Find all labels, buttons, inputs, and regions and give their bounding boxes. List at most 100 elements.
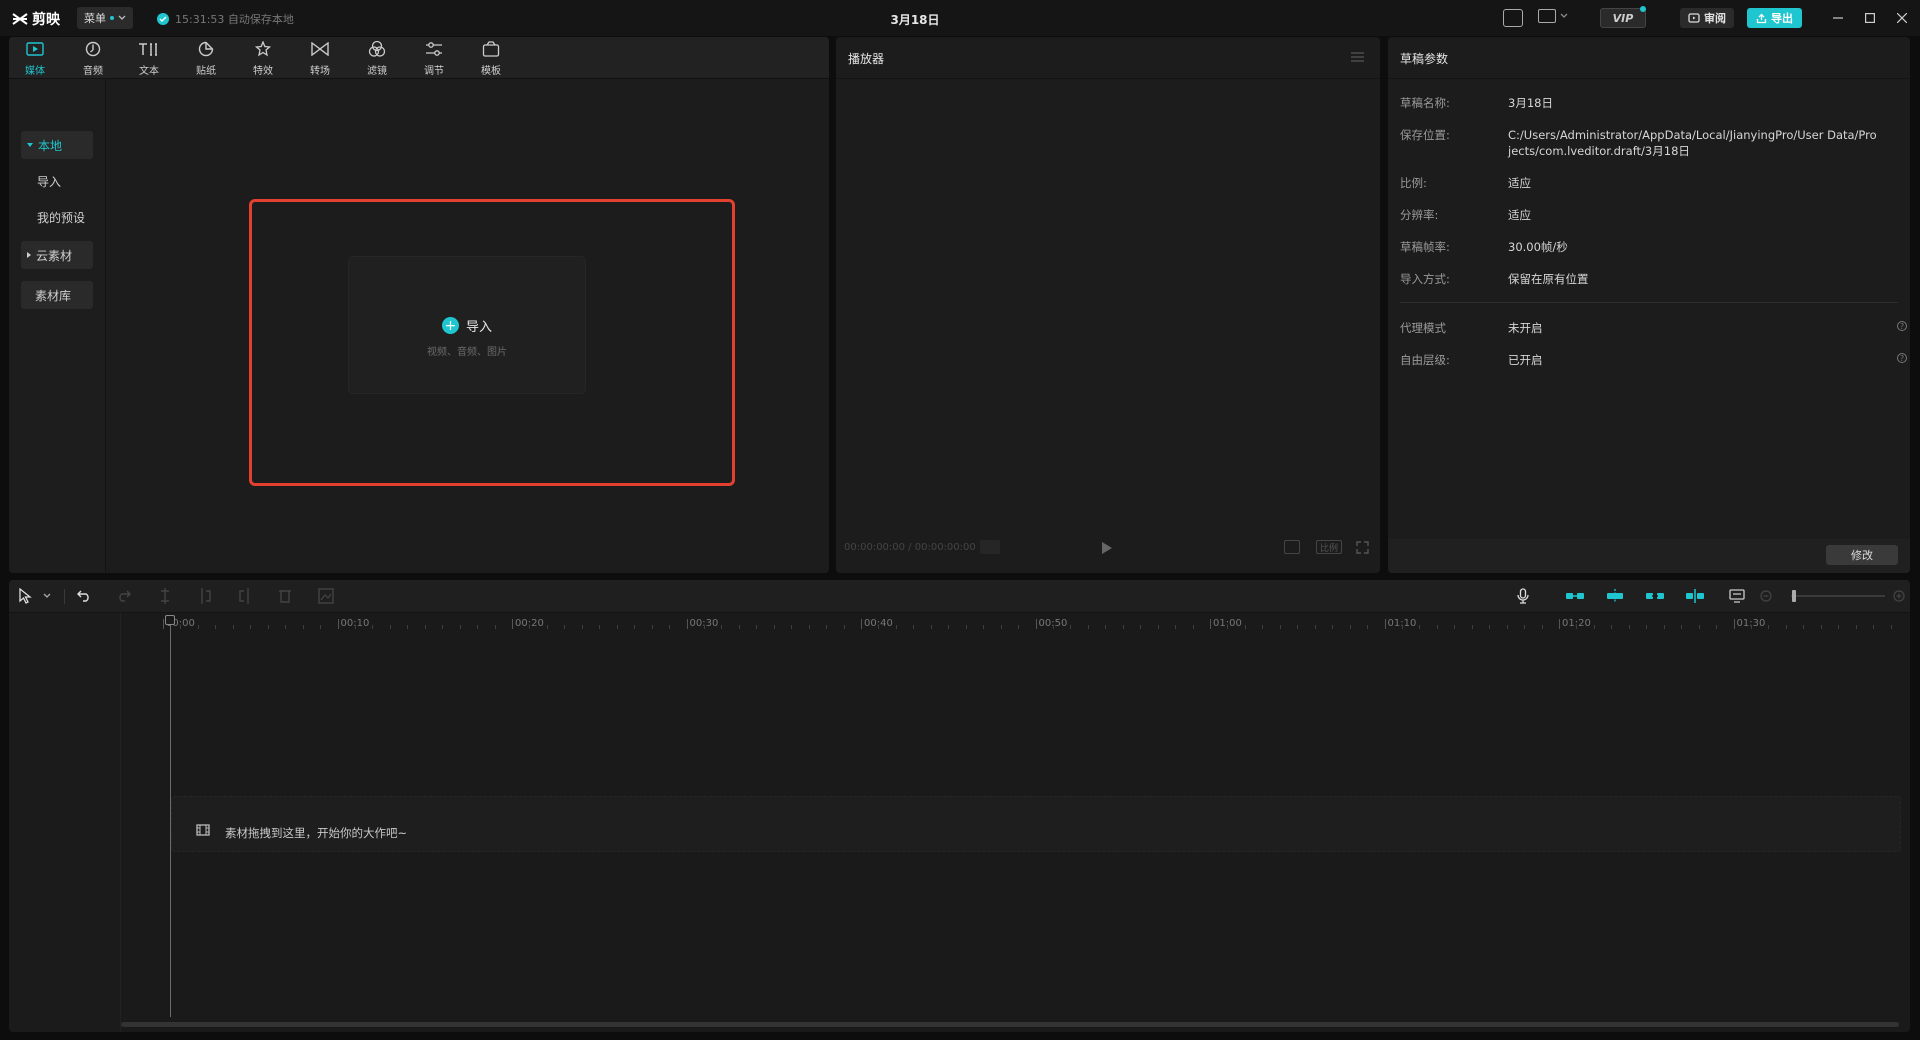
import-dropzone[interactable]: + 导入 视频、音频、图片 <box>348 256 586 394</box>
ruler-minor-tick <box>1506 625 1508 629</box>
shortcut-keyboard-icon[interactable] <box>1503 9 1523 27</box>
cursor-select-icon[interactable] <box>18 588 32 604</box>
ruler-minor-tick <box>965 625 967 629</box>
param-key: 自由层级: <box>1400 353 1450 367</box>
params-divider <box>1400 302 1898 303</box>
ruler-minor-tick <box>197 625 199 629</box>
help-icon[interactable]: ? <box>1897 353 1907 363</box>
delete-icon[interactable] <box>278 588 292 604</box>
timeline-horizontal-scrollbar[interactable] <box>121 1022 1899 1027</box>
tab-adjust[interactable]: 调节 <box>411 39 457 77</box>
ruler-minor-tick <box>1838 625 1840 629</box>
transition-icon <box>311 42 329 56</box>
split-left-icon[interactable] <box>198 588 212 604</box>
redo-icon[interactable] <box>117 588 131 602</box>
ruler-minor-tick <box>581 625 583 629</box>
sidebar-item-my-presets[interactable]: 我的预设 <box>21 203 93 231</box>
playhead-handle[interactable] <box>165 615 175 625</box>
minimize-button[interactable] <box>1830 10 1846 26</box>
modify-button[interactable]: 修改 <box>1826 545 1898 565</box>
microphone-icon[interactable] <box>1517 588 1529 604</box>
tab-text[interactable]: 文本 <box>126 39 172 77</box>
timecode-toggle[interactable] <box>980 540 1000 554</box>
ruler-minor-tick <box>773 625 775 629</box>
ruler-minor-tick <box>215 625 217 629</box>
tab-transition[interactable]: 转场 <box>297 39 343 77</box>
ruler-minor-tick <box>1314 625 1316 629</box>
tab-sticker[interactable]: 贴纸 <box>183 39 229 77</box>
ruler-major-tick <box>163 619 164 629</box>
split-icon[interactable] <box>158 588 172 604</box>
tab-template[interactable]: 模板 <box>468 39 514 77</box>
player-timecode: 00:00:00:00 / 00:00:00:00 <box>844 542 976 553</box>
hamburger-menu-icon[interactable] <box>1351 52 1364 62</box>
caret-right-icon <box>27 252 31 258</box>
ruler-minor-tick <box>983 625 985 629</box>
import-label: 导入 <box>465 320 492 335</box>
ruler-minor-tick <box>1052 625 1054 629</box>
ruler-minor-tick <box>354 625 356 629</box>
params-title: 草稿参数 <box>1400 52 1449 66</box>
tab-audio[interactable]: 音频 <box>70 39 116 77</box>
ruler-minor-tick <box>878 625 880 629</box>
film-strip-icon <box>196 824 210 836</box>
timeline-ruler[interactable]: 00:00 00:10 00:20 00:30 00:40 00:50 01:00 01:10… <box>121 613 1910 631</box>
chevron-down-icon[interactable] <box>43 593 51 599</box>
review-label: 审阅 <box>1704 12 1726 25</box>
params-header: 草稿参数 <box>1388 37 1910 79</box>
layout-switch-button[interactable] <box>1538 9 1568 23</box>
title-bar: 剪映 菜单 15:31:53 自动保存本地 3月18日 VIP 审阅 导出 <box>0 0 1920 36</box>
sticker-icon <box>198 41 214 57</box>
param-value: 30.00帧/秒 <box>1508 240 1568 254</box>
tab-label: 模板 <box>481 66 501 77</box>
zoom-in-icon[interactable] <box>1893 590 1905 602</box>
vip-notification-dot <box>1640 6 1646 12</box>
split-right-icon[interactable] <box>238 588 252 604</box>
zoom-out-icon[interactable] <box>1760 590 1772 602</box>
tab-media[interactable]: 媒体 <box>12 39 58 77</box>
player-header: 播放器 <box>836 37 1380 79</box>
tab-label: 音频 <box>83 66 103 77</box>
ruler-major-tick <box>686 619 688 629</box>
ruler-major-tick <box>1210 619 1211 629</box>
sidebar-item-cloud[interactable]: 云素材 <box>21 241 93 269</box>
freeze-frame-icon[interactable] <box>318 588 334 604</box>
ruler-minor-tick <box>1140 625 1142 629</box>
maximize-button[interactable] <box>1862 10 1878 26</box>
tab-label: 转场 <box>310 66 330 77</box>
sidebar-item-import[interactable]: 导入 <box>21 167 93 195</box>
help-icon[interactable]: ? <box>1897 321 1907 331</box>
sidebar-item-local[interactable]: 本地 <box>21 131 93 159</box>
ratio-button[interactable]: 比例 <box>1316 540 1342 554</box>
play-icon[interactable] <box>1101 541 1113 555</box>
tab-effects[interactable]: 特效 <box>240 39 286 77</box>
tab-filter[interactable]: 滤镜 <box>354 39 400 77</box>
review-button[interactable]: 审阅 <box>1680 8 1734 28</box>
timeline-drop-zone[interactable] <box>171 796 1901 852</box>
sidebar-item-label: 云素材 <box>36 248 73 263</box>
ruler-minor-tick <box>1279 625 1281 629</box>
undo-icon[interactable] <box>77 588 91 602</box>
sidebar-item-library[interactable]: 素材库 <box>21 281 93 309</box>
fullscreen-icon[interactable] <box>1356 541 1369 554</box>
close-button[interactable] <box>1894 10 1910 26</box>
zoom-slider-handle[interactable] <box>1792 590 1796 602</box>
param-key: 草稿帧率: <box>1400 240 1450 254</box>
ruler-minor-tick <box>1750 625 1752 629</box>
param-value: 保留在原有位置 <box>1508 272 1589 286</box>
auto-snap-icon[interactable] <box>1605 589 1625 603</box>
export-button[interactable]: 导出 <box>1747 8 1802 28</box>
vip-badge[interactable]: VIP <box>1600 8 1646 28</box>
fit-view-icon[interactable] <box>1284 540 1300 554</box>
ruler-minor-tick <box>1785 625 1787 629</box>
main-track-magnet-icon[interactable] <box>1565 590 1585 602</box>
playhead-line[interactable] <box>170 620 171 1017</box>
ruler-minor-tick <box>1628 625 1630 629</box>
import-button[interactable]: + 导入 <box>349 316 585 335</box>
preview-axis-icon[interactable] <box>1685 589 1705 603</box>
ruler-minor-tick <box>651 625 653 629</box>
screen-preview-icon[interactable] <box>1729 589 1745 603</box>
zoom-slider-track[interactable] <box>1791 595 1885 597</box>
linkage-icon[interactable] <box>1645 590 1665 602</box>
param-value: C:/Users/Administrator/AppData/Local/Jia… <box>1508 128 1877 158</box>
